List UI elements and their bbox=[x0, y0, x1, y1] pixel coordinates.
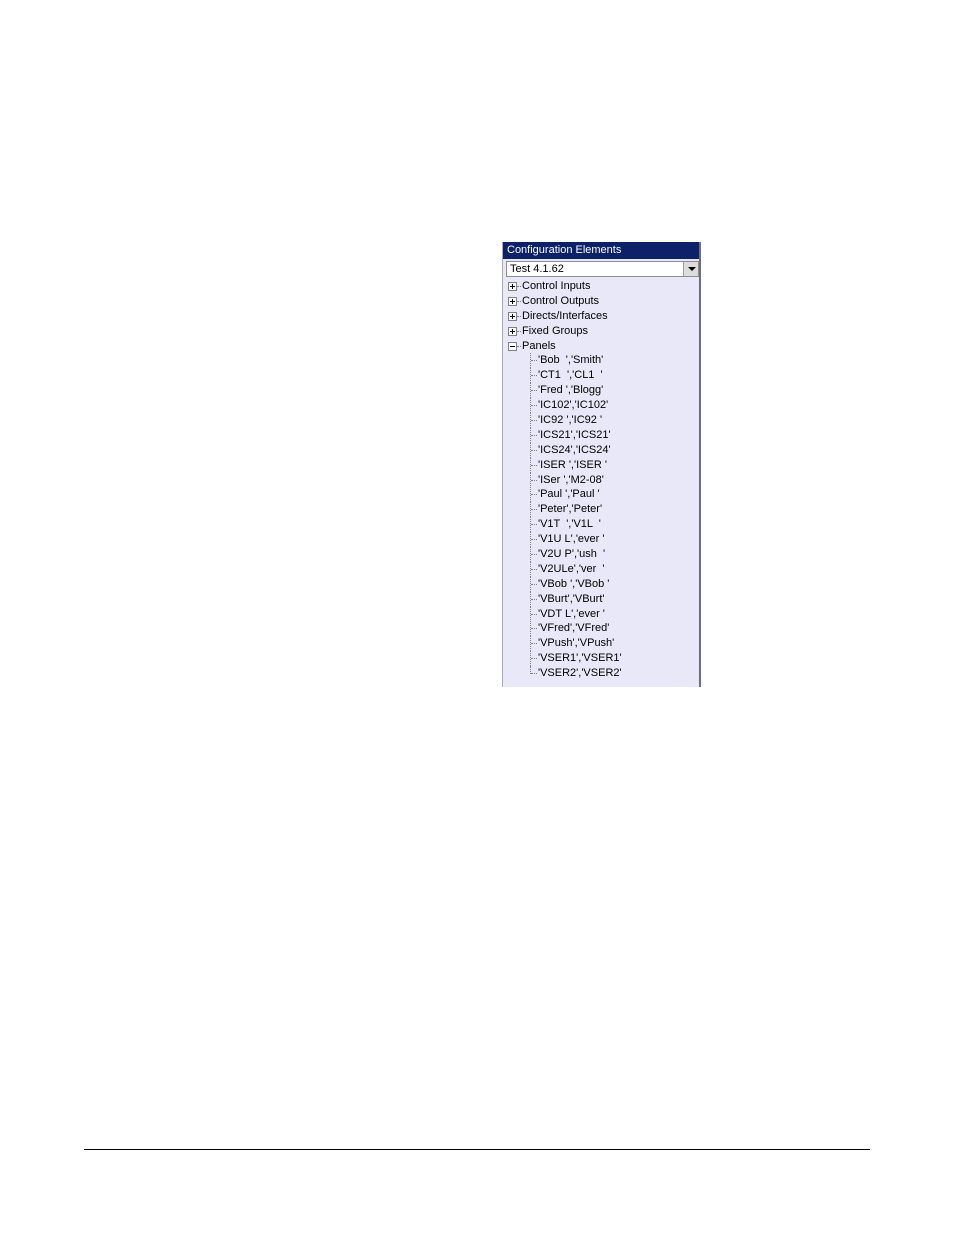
tree-node-label[interactable]: 'VPush','VPush' bbox=[538, 636, 614, 651]
tree-node-label[interactable]: 'ISer ','M2-08' bbox=[538, 473, 604, 488]
tree-node-panel-item[interactable]: 'ISER ','ISER ' bbox=[503, 457, 699, 473]
tree-node-label[interactable]: 'V1U L','ever ' bbox=[538, 532, 604, 547]
tree-node-label[interactable]: 'Paul ','Paul ' bbox=[538, 487, 600, 502]
tree-node-panel-item[interactable]: 'ICS24','ICS24' bbox=[503, 442, 699, 458]
tree-node-label[interactable]: 'VBurt','VBurt' bbox=[538, 592, 604, 607]
tree-node-label[interactable]: 'V2U P','ush ' bbox=[538, 547, 605, 562]
tree-node-panel-item[interactable]: 'VFred','VFred' bbox=[503, 621, 699, 637]
tree-node-label[interactable]: 'VBob ','VBob ' bbox=[538, 577, 609, 592]
tree-node-panel-item[interactable]: 'V2ULe','ver ' bbox=[503, 561, 699, 577]
panel-title: Configuration Elements bbox=[503, 242, 699, 259]
panels-children: 'Bob ','Smith' 'CT1 ','CL1 ' 'Fred ','Blog… bbox=[503, 353, 699, 681]
tree-node-panel-item[interactable]: 'Peter','Peter' bbox=[503, 502, 699, 518]
tree-node-panel-item[interactable]: 'ISer ','M2-08' bbox=[503, 472, 699, 488]
tree-node-label[interactable]: 'V1T ','V1L ' bbox=[538, 517, 601, 532]
tree-node-panel-item[interactable]: 'VSER1','VSER1' bbox=[503, 651, 699, 667]
tree-node-label[interactable]: Control Outputs bbox=[522, 294, 599, 309]
footer-rule bbox=[84, 1149, 870, 1150]
tree-node-label[interactable]: 'VDT L','ever ' bbox=[538, 607, 605, 622]
tree-node-label[interactable]: 'IC102','IC102' bbox=[538, 398, 608, 413]
tree-node-panel-item[interactable]: 'VDT L','ever ' bbox=[503, 606, 699, 622]
tree-node-label[interactable]: 'ICS24','ICS24' bbox=[538, 443, 611, 458]
tree-node-label[interactable]: 'ISER ','ISER ' bbox=[538, 458, 607, 473]
tree-node-panel-item[interactable]: 'VPush','VPush' bbox=[503, 636, 699, 652]
tree-node-label[interactable]: 'Peter','Peter' bbox=[538, 502, 602, 517]
expand-plus-icon[interactable] bbox=[508, 311, 517, 321]
tree-node-label[interactable]: 'CT1 ','CL1 ' bbox=[538, 368, 603, 383]
tree-node-panels[interactable]: Panels bbox=[503, 339, 699, 354]
tree-node-label[interactable]: Fixed Groups bbox=[522, 324, 588, 339]
tree-node-panel-item[interactable]: 'VSER2','VSER2' bbox=[503, 666, 699, 681]
collapse-minus-icon[interactable] bbox=[508, 341, 517, 351]
tree-node-label[interactable]: Panels bbox=[522, 339, 556, 354]
tree-node-label[interactable]: 'VSER1','VSER1' bbox=[538, 651, 622, 666]
configuration-select-value: Test 4.1.62 bbox=[510, 263, 564, 275]
tree-node-panel-item[interactable]: 'IC92 ','IC92 ' bbox=[503, 413, 699, 429]
dropdown-arrow-icon[interactable] bbox=[683, 262, 698, 276]
tree-node-directs-interfaces[interactable]: Directs/Interfaces bbox=[503, 309, 699, 324]
tree-node-label[interactable]: 'V2ULe','ver ' bbox=[538, 562, 604, 577]
expand-plus-icon[interactable] bbox=[508, 282, 517, 291]
tree-node-panel-item[interactable]: 'Bob ','Smith' bbox=[503, 353, 699, 369]
tree-node-panel-item[interactable]: 'ICS21','ICS21' bbox=[503, 427, 699, 443]
tree-node-label[interactable]: 'VFred','VFred' bbox=[538, 621, 609, 636]
tree-node-panel-item[interactable]: 'V1U L','ever ' bbox=[503, 532, 699, 548]
tree-node-label[interactable]: Directs/Interfaces bbox=[522, 309, 608, 324]
tree-node-panel-item[interactable]: 'Paul ','Paul ' bbox=[503, 487, 699, 503]
tree-node-label[interactable]: 'ICS21','ICS21' bbox=[538, 428, 611, 443]
configuration-tree: Control Inputs Control Outputs Directs/I… bbox=[503, 279, 699, 681]
tree-node-fixed-groups[interactable]: Fixed Groups bbox=[503, 324, 699, 339]
tree-node-control-inputs[interactable]: Control Inputs bbox=[503, 279, 699, 294]
tree-node-control-outputs[interactable]: Control Outputs bbox=[503, 294, 699, 309]
tree-node-label[interactable]: Control Inputs bbox=[522, 279, 590, 294]
tree-node-panel-item[interactable]: 'CT1 ','CL1 ' bbox=[503, 368, 699, 384]
tree-node-panel-item[interactable]: 'IC102','IC102' bbox=[503, 398, 699, 414]
expand-plus-icon[interactable] bbox=[508, 296, 517, 306]
tree-node-panel-item[interactable]: 'VBurt','VBurt' bbox=[503, 591, 699, 607]
tree-node-label[interactable]: 'Bob ','Smith' bbox=[538, 353, 603, 368]
tree-node-panel-item[interactable]: 'VBob ','VBob ' bbox=[503, 576, 699, 592]
tree-node-panel-item[interactable]: 'V1T ','V1L ' bbox=[503, 517, 699, 533]
configuration-select[interactable]: Test 4.1.62 bbox=[506, 261, 699, 277]
tree-node-label[interactable]: 'VSER2','VSER2' bbox=[538, 666, 622, 681]
tree-node-panel-item[interactable]: 'V2U P','ush ' bbox=[503, 547, 699, 563]
expand-plus-icon[interactable] bbox=[508, 326, 517, 336]
configuration-elements-panel: Configuration Elements Test 4.1.62 Contr… bbox=[502, 242, 701, 687]
tree-node-label[interactable]: 'Fred ','Blogg' bbox=[538, 383, 603, 398]
tree-node-panel-item[interactable]: 'Fred ','Blogg' bbox=[503, 383, 699, 399]
tree-node-label[interactable]: 'IC92 ','IC92 ' bbox=[538, 413, 602, 428]
